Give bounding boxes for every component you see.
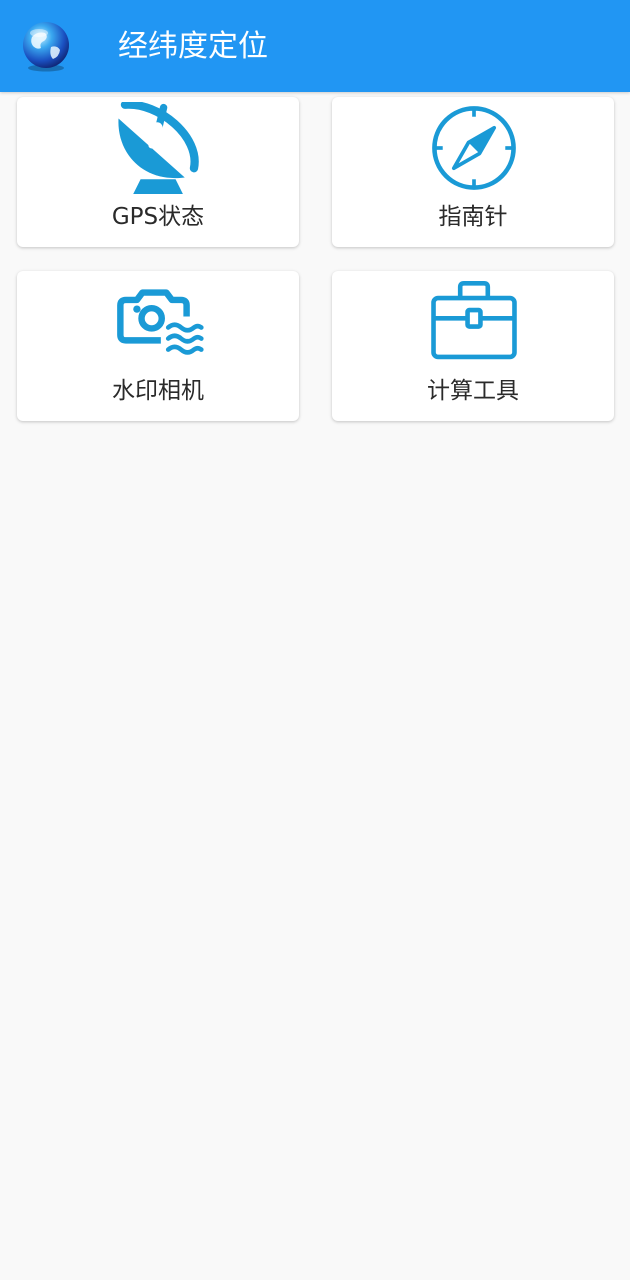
- satellite-dish-icon: [118, 102, 199, 194]
- globe-icon: [23, 22, 69, 72]
- compass-icon: [432, 106, 516, 190]
- compass-button[interactable]: 指南针: [332, 97, 614, 247]
- app-title: 经纬度定位: [118, 29, 268, 64]
- watermark-camera-label: 水印相机: [112, 378, 204, 404]
- watermark-camera-button[interactable]: 水印相机: [17, 271, 299, 421]
- app-bar: 经纬度定位: [0, 0, 630, 92]
- watermark-camera-icon: [117, 289, 204, 355]
- calculation-tools-button[interactable]: 计算工具: [332, 271, 614, 421]
- gps-status-button[interactable]: GPS状态: [17, 97, 299, 247]
- compass-label: 指南针: [438, 204, 508, 230]
- toolbox-icon: [431, 281, 517, 360]
- gps-status-label: GPS状态: [111, 204, 205, 230]
- calculation-tools-label: 计算工具: [427, 378, 519, 404]
